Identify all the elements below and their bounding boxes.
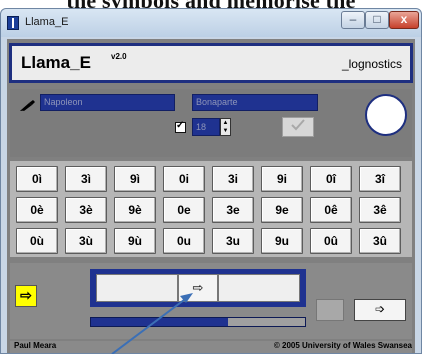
brand-label: _lognostics [341,57,402,71]
first-name-field[interactable]: Napoleon [40,94,175,111]
app-name: Llama_E [21,53,91,72]
spinner-up-icon[interactable]: ▲ [221,119,230,127]
sound-button[interactable]: 3e [212,197,254,223]
sound-button[interactable]: 3ê [359,197,401,223]
sound-button[interactable]: 0û [310,228,352,254]
play-right-slot [218,274,300,302]
app-version: v2.0 [111,52,127,61]
author-label: Paul Meara [14,341,57,350]
sound-button[interactable]: 9e [261,197,303,223]
sound-button[interactable]: 3i [212,166,254,192]
status-bar: Paul Meara © 2005 University of Wales Sw… [10,341,412,353]
sound-grid: 0ì 3ì 9ì 0i 3i 9i 0î 3î 0è 3è 9è 0e 3e 9e 0ê 3ê 0ù 3ù 9ù 0u… [10,161,412,257]
header-band: Llama_E v2.0 _lognostics [9,43,413,83]
sound-button[interactable]: 0u [163,228,205,254]
sound-button[interactable]: 3u [212,228,254,254]
tick-hand-icon [291,119,305,131]
maximize-button[interactable]: □ [365,11,389,29]
sound-button[interactable]: 3ù [65,228,107,254]
sound-button[interactable]: 3è [65,197,107,223]
app-window: Llama_E – □ x Llama_E v2.0 _lognostics N… [0,8,422,354]
sound-button[interactable]: 3î [359,166,401,192]
play-button[interactable]: ⇨ [178,274,218,302]
progress-bar [90,317,306,327]
sound-button[interactable]: 0ê [310,197,352,223]
age-field[interactable]: 18 [192,118,220,136]
sound-button[interactable]: 0è [16,197,58,223]
age-checkbox[interactable] [175,120,186,133]
next-button[interactable]: ➩ [354,299,406,321]
app-icon [7,16,19,30]
avatar [365,94,407,136]
sound-button[interactable]: 3ì [65,166,107,192]
pen-icon [20,100,35,111]
client-area: Llama_E v2.0 _lognostics Napoleon Bonapa… [7,39,415,353]
sound-button[interactable]: 0i [163,166,205,192]
spinner-down-icon[interactable]: ▼ [221,127,230,135]
confirm-button[interactable] [282,117,314,137]
window-title: Llama_E [25,16,69,28]
sound-button[interactable]: 9è [114,197,156,223]
user-panel: Napoleon Bonaparte 18 ▲ ▼ [10,89,412,157]
age-spinner[interactable]: ▲ ▼ [220,118,231,136]
sound-button[interactable]: 9ì [114,166,156,192]
sound-button[interactable]: 9i [261,166,303,192]
sound-button[interactable]: 3û [359,228,401,254]
sound-grid-buttons: 0ì 3ì 9ì 0i 3i 9i 0î 3î 0è 3è 9è 0e 3e 9e 0ê 3ê 0ù 3ù 9ù 0u… [16,166,401,254]
yellow-arrow-button[interactable]: ⇨ [15,285,37,307]
progress-fill [91,318,228,326]
close-button[interactable]: x [389,11,419,29]
last-name-field[interactable]: Bonaparte [192,94,318,111]
sound-button[interactable]: 9ù [114,228,156,254]
play-frame: ⇨ [90,269,306,307]
sound-button[interactable]: 9u [261,228,303,254]
blank-box [316,299,344,321]
sound-button[interactable]: 0ì [16,166,58,192]
sound-button[interactable]: 0î [310,166,352,192]
sound-button[interactable]: 0e [163,197,205,223]
playback-area: ⇨ ⇨ ➩ [10,263,412,339]
title-bar[interactable]: Llama_E – □ x [1,9,421,37]
minimize-button[interactable]: – [341,11,365,29]
play-left-slot [96,274,178,302]
sound-button[interactable]: 0ù [16,228,58,254]
copyright-label: © 2005 University of Wales Swansea [273,341,412,350]
progress-remaining [227,318,305,326]
